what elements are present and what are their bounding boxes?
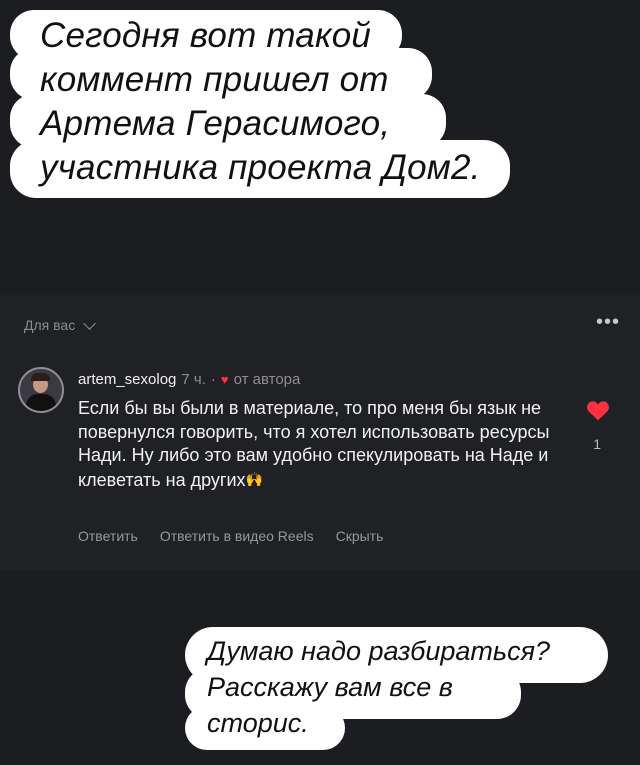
bottom-message-text: Думаю надо разбираться? Расскажу вам все… xyxy=(207,633,607,741)
top-message-line: Артема Герасимого, xyxy=(40,104,391,143)
comment-body: Если бы вы были в материале, то про меня… xyxy=(78,397,558,492)
bottom-message-line: Думаю надо разбираться? xyxy=(207,636,551,666)
comment-username[interactable]: artem_sexolog xyxy=(78,371,176,388)
comment-actions: Ответить Ответить в видео Reels Скрыть xyxy=(78,528,383,544)
reply-button[interactable]: Ответить xyxy=(78,528,138,544)
avatar-hair xyxy=(31,373,50,381)
comment-meta: artem_sexolog 7 ч. · ♥ от автора xyxy=(78,371,300,388)
story-screenshot: Сегодня вот такой коммент пришел от Арте… xyxy=(0,0,640,765)
top-message-line: участника проекта Дом2. xyxy=(40,148,481,187)
for-you-filter[interactable]: Для вас xyxy=(24,316,97,333)
for-you-label: Для вас xyxy=(24,317,76,333)
author-heart-icon: ♥ xyxy=(220,372,229,387)
raised-hands-emoji: 🙌 xyxy=(245,470,263,487)
top-message-text: Сегодня вот такой коммент пришел от Арте… xyxy=(40,14,510,190)
like-count: 1 xyxy=(593,436,601,452)
avatar-body xyxy=(26,394,56,411)
bottom-message-line: сторис. xyxy=(207,708,309,738)
avatar[interactable] xyxy=(18,367,64,413)
comment-time: 7 ч. xyxy=(181,371,206,388)
like-heart-icon[interactable] xyxy=(585,397,611,423)
reply-video-button[interactable]: Ответить в видео Reels xyxy=(160,528,314,544)
hide-button[interactable]: Скрыть xyxy=(336,528,384,544)
top-message-line: Сегодня вот такой xyxy=(40,16,372,55)
author-like-label: от автора xyxy=(233,371,301,388)
meta-separator: · xyxy=(210,371,216,388)
comments-panel: Для вас ••• artem_sexolog 7 ч. · ♥ от ав… xyxy=(0,295,640,570)
bottom-message-line: Расскажу вам все в xyxy=(207,672,453,702)
ellipsis-icon[interactable]: ••• xyxy=(596,312,620,332)
comment-text: Если бы вы были в материале, то про меня… xyxy=(78,398,550,490)
chevron-down-icon xyxy=(83,316,97,330)
top-message-line: коммент пришел от xyxy=(40,60,389,99)
